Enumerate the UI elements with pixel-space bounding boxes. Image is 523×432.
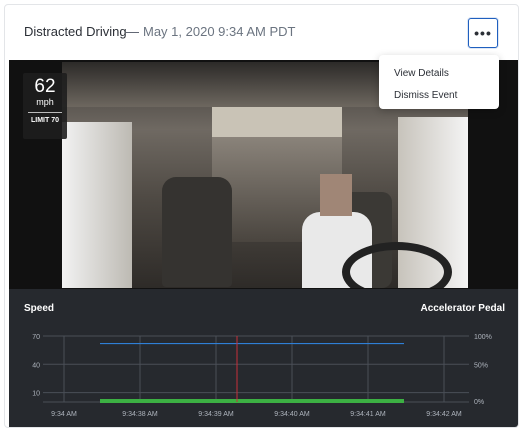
y-left-tick-label: 70: [32, 334, 40, 341]
event-header: Distracted Driving — May 1, 2020 9:34 AM…: [5, 5, 518, 60]
y-left-tick-label: 40: [32, 362, 40, 369]
event-date: May 1, 2020 9:34 AM PDT: [143, 24, 296, 39]
menu-item-dismiss-event[interactable]: Dismiss Event: [379, 85, 499, 107]
x-tick-label: 9:34:40 AM: [274, 411, 310, 418]
telemetry-chart[interactable]: Speed Accelerator Pedal 9:34 AM 9:34:38 A…: [9, 289, 518, 427]
speed-limit: LIMIT 70: [30, 117, 59, 124]
event-title: Distracted Driving: [24, 24, 127, 39]
y-right-tick-label: 50%: [474, 362, 488, 369]
speed-value: 62: [34, 76, 56, 97]
x-tick-label: 9:34:42 AM: [426, 411, 462, 418]
x-tick-label: 9:34:41 AM: [350, 411, 386, 418]
title-separator: —: [126, 24, 139, 39]
options-menu: View Details Dismiss Event: [379, 55, 499, 109]
x-tick-label: 9:34:39 AM: [198, 411, 234, 418]
menu-item-view-details[interactable]: View Details: [379, 63, 499, 85]
blurred-face: [320, 174, 352, 216]
more-horizontal-icon: •••: [474, 25, 492, 41]
telemetry-chart-svg: 9:34 AM 9:34:38 AM 9:34:39 AM 9:34:40 AM 9:3…: [32, 334, 492, 418]
speed-overlay: 62 mph LIMIT 70: [23, 73, 67, 139]
speed-unit: mph: [36, 97, 54, 107]
y-left-tick-label: 10: [32, 391, 40, 398]
more-options-button[interactable]: •••: [468, 18, 498, 48]
x-tick-label: 9:34:38 AM: [122, 411, 158, 418]
y-right-tick-label: 0%: [474, 399, 484, 406]
y-right-tick-label: 100%: [474, 334, 492, 341]
x-tick-label: 9:34 AM: [51, 411, 77, 418]
event-card: Distracted Driving — May 1, 2020 9:34 AM…: [4, 4, 519, 428]
